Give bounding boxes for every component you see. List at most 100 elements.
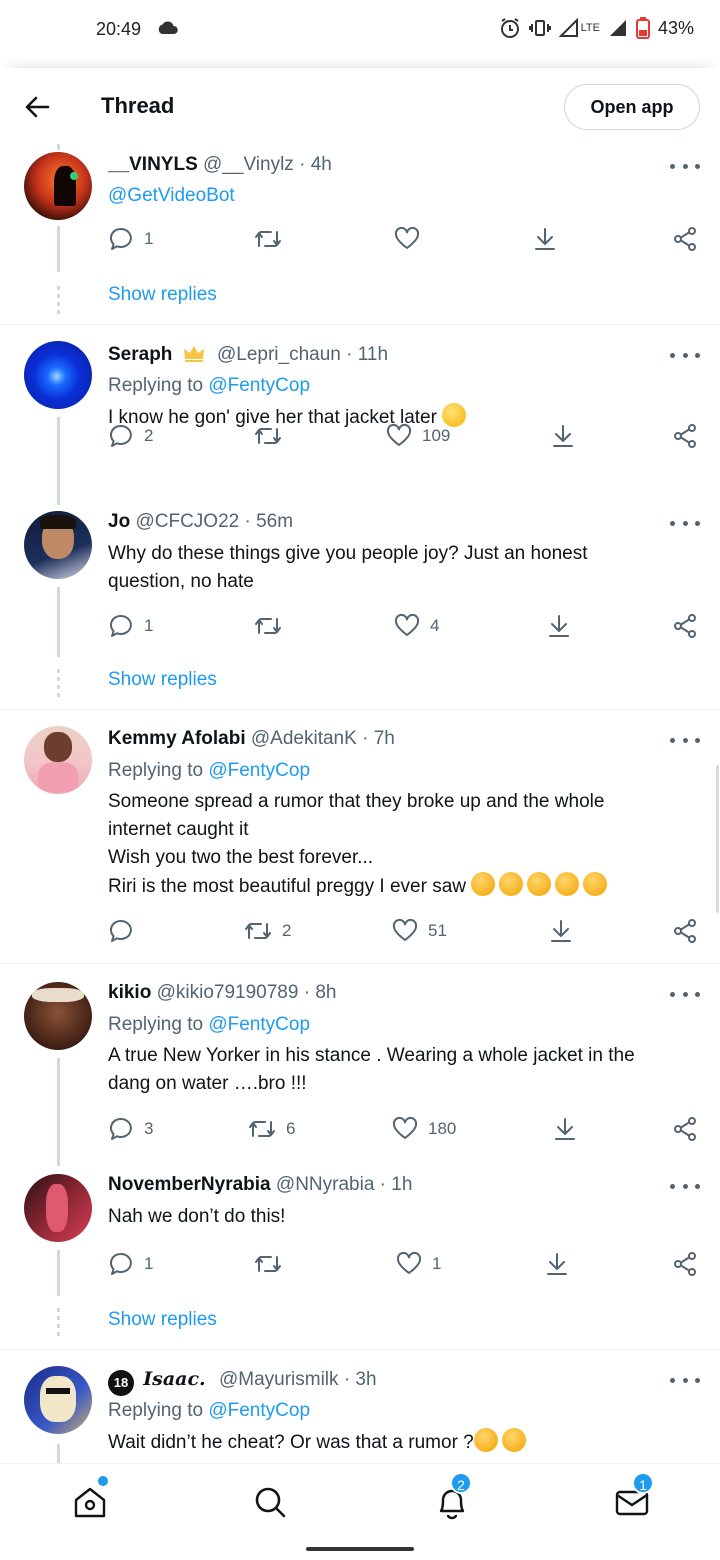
tweet-author-handle[interactable]: @__Vinylz (203, 154, 294, 175)
share-button[interactable] (672, 918, 698, 944)
tweet[interactable]: kikio @kikio79190789 · 8h Replying to @F… (0, 964, 720, 1166)
download-button[interactable] (546, 613, 572, 639)
avatar[interactable] (24, 152, 92, 220)
scroll-indicator[interactable] (716, 765, 719, 913)
like-button[interactable]: 4 (394, 613, 439, 639)
nav-messages[interactable]: 1 (612, 1472, 654, 1522)
download-button[interactable] (550, 423, 576, 449)
more-options-icon[interactable] (670, 988, 700, 1000)
share-icon (674, 1252, 696, 1276)
retweet-button[interactable] (254, 423, 292, 449)
replying-to-link[interactable]: @FentyCop (208, 760, 310, 781)
share-button[interactable] (672, 423, 698, 449)
show-replies-link[interactable]: Show replies (108, 1309, 217, 1331)
reply-button[interactable]: 3 (108, 1116, 153, 1142)
nav-home[interactable] (70, 1476, 110, 1522)
more-options-icon[interactable] (670, 1374, 700, 1386)
retweet-icon (255, 618, 281, 634)
reply-button[interactable]: 1 (108, 613, 153, 639)
like-button[interactable]: 1 (396, 1251, 441, 1277)
avatar[interactable] (24, 982, 92, 1050)
avatar[interactable] (24, 1174, 92, 1242)
nav-notifications[interactable]: 2 (432, 1472, 472, 1522)
heart-icon (396, 1251, 422, 1274)
tweet-author-name[interactable]: kikio (108, 982, 151, 1003)
nav-search[interactable] (250, 1482, 290, 1522)
tweet-author-handle[interactable]: @Mayurismilk (219, 1369, 339, 1390)
tweet-author-name[interactable]: Seraph (108, 344, 172, 365)
avatar[interactable] (24, 341, 92, 409)
tweet-author-name[interactable]: NovemberNyrabia (108, 1174, 271, 1195)
share-button[interactable] (672, 1116, 698, 1142)
avatar[interactable] (24, 511, 92, 579)
retweet-button[interactable]: 6 (248, 1116, 295, 1142)
home-icon (74, 1487, 106, 1518)
tweet-author-name[interactable]: Jo (108, 511, 130, 532)
retweet-button[interactable] (254, 613, 292, 639)
tweet-author-handle[interactable]: @kikio79190789 (157, 982, 299, 1003)
thread-feed[interactable]: __VINYLS @__Vinylz · 4h @GetVideoBot 1 S… (0, 144, 720, 1464)
smiling-hearts-emoji (499, 872, 524, 896)
download-button[interactable] (544, 1251, 570, 1277)
retweet-button[interactable]: 2 (244, 918, 291, 944)
tweet[interactable]: Seraph @Lepri_chaun · 11h Replying to @F… (0, 325, 720, 505)
reply-icon (109, 228, 132, 250)
more-options-icon[interactable] (670, 160, 700, 172)
tweet[interactable]: __VINYLS @__Vinylz · 4h @GetVideoBot 1 S… (0, 144, 720, 324)
tweet[interactable]: Kemmy Afolabi @AdekitanK · 7h Replying t… (0, 710, 720, 963)
tweet-time[interactable]: 8h (315, 982, 336, 1003)
avatar[interactable] (24, 726, 92, 794)
download-button[interactable] (532, 226, 558, 252)
reply-button[interactable]: 2 (108, 423, 153, 449)
heart-icon (392, 918, 418, 941)
mention-link[interactable]: @GetVideoBot (108, 185, 235, 206)
more-options-icon[interactable] (670, 734, 700, 746)
tweet-time[interactable]: 56m (256, 511, 293, 532)
reply-button[interactable] (108, 918, 144, 944)
replying-to-link[interactable]: @FentyCop (208, 1400, 310, 1421)
more-options-icon[interactable] (670, 349, 700, 361)
reply-button[interactable]: 1 (108, 1251, 153, 1277)
back-arrow-icon[interactable] (22, 92, 52, 122)
share-button[interactable] (672, 613, 698, 639)
tweet-time[interactable]: 7h (374, 728, 395, 749)
show-replies-link[interactable]: Show replies (108, 284, 217, 306)
heart-icon (392, 1116, 418, 1139)
tweet-time[interactable]: 3h (355, 1369, 376, 1390)
tweet-author-name[interactable]: __VINYLS (108, 154, 198, 175)
tweet-author-name[interactable]: Isaac. (143, 1368, 205, 1390)
tweet-author-name[interactable]: Kemmy Afolabi (108, 728, 246, 749)
notifications-badge: 2 (450, 1472, 472, 1494)
tweet-text-line: question, no hate (108, 571, 254, 592)
tweet-author-handle[interactable]: @CFCJO22 (135, 511, 239, 532)
download-button[interactable] (548, 918, 574, 944)
show-replies-link[interactable]: Show replies (108, 669, 217, 691)
tweet-author-handle[interactable]: @NNyrabia (276, 1174, 374, 1195)
tweet-time[interactable]: 4h (311, 154, 332, 175)
like-button[interactable]: 109 (386, 423, 450, 449)
tweet[interactable]: 18 Isaac. @Mayurismilk · 3h Replying to … (0, 1350, 720, 1464)
retweet-button[interactable] (254, 226, 292, 252)
tweet-time[interactable]: 11h (358, 344, 388, 365)
like-count: 109 (422, 426, 451, 445)
replying-to-link[interactable]: @FentyCop (208, 1014, 310, 1035)
tweet[interactable]: NovemberNyrabia @NNyrabia · 1h Nah we do… (0, 1164, 720, 1349)
avatar[interactable] (24, 1366, 92, 1434)
tweet-author-handle[interactable]: @AdekitanK (251, 728, 357, 749)
gesture-bar[interactable] (306, 1547, 414, 1551)
download-button[interactable] (552, 1116, 578, 1142)
more-options-icon[interactable] (670, 1180, 700, 1192)
share-button[interactable] (672, 1251, 698, 1277)
open-app-button[interactable]: Open app (564, 84, 700, 130)
like-button[interactable]: 180 (392, 1116, 456, 1142)
retweet-button[interactable] (254, 1251, 292, 1277)
tweet-time[interactable]: 1h (391, 1174, 412, 1195)
share-button[interactable] (672, 226, 698, 252)
replying-to-link[interactable]: @FentyCop (208, 375, 310, 396)
like-button[interactable]: 51 (392, 918, 447, 944)
tweet-author-handle[interactable]: @Lepri_chaun (217, 344, 341, 365)
more-options-icon[interactable] (670, 517, 700, 529)
tweet[interactable]: Jo @CFCJO22 · 56m Why do these things gi… (0, 501, 720, 708)
reply-button[interactable]: 1 (108, 226, 153, 252)
like-button[interactable] (394, 226, 430, 252)
